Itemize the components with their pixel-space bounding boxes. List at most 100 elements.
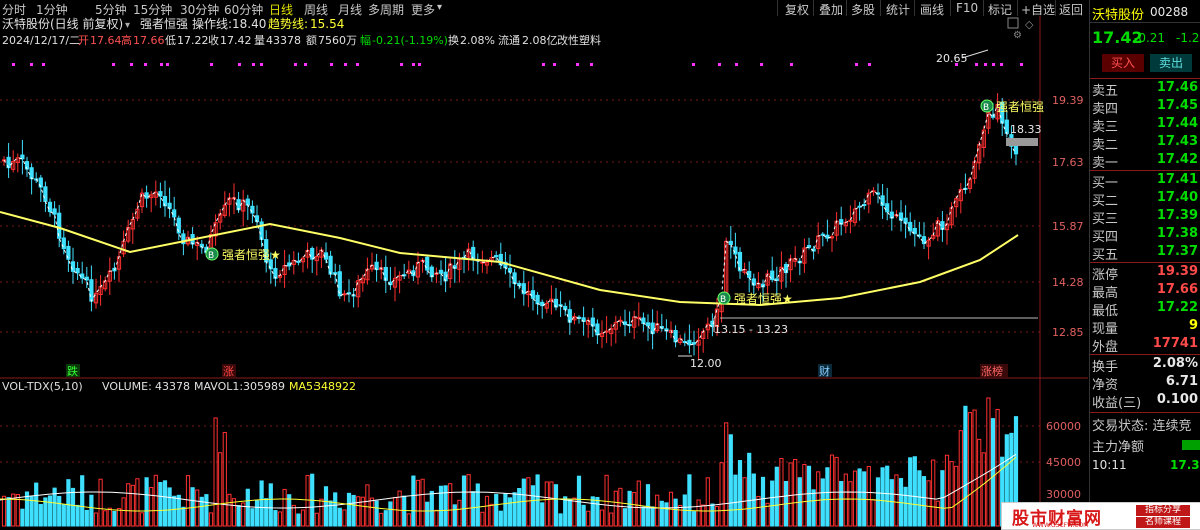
volume-bar bbox=[944, 454, 950, 527]
ask-row[interactable]: 卖一 17.42 bbox=[1092, 152, 1200, 171]
ask-row[interactable]: 卖三 17.44 bbox=[1092, 116, 1200, 135]
candle-body bbox=[733, 246, 738, 255]
volume-bar bbox=[268, 483, 273, 527]
volume-bar bbox=[388, 501, 393, 527]
volume-bar bbox=[328, 500, 333, 527]
candle-body bbox=[70, 261, 76, 272]
low-label: 低 bbox=[165, 34, 176, 47]
marker-dot bbox=[868, 63, 871, 66]
volume-bar bbox=[627, 490, 632, 527]
vol-mavol-value: 305989 bbox=[243, 380, 285, 393]
toolbar-divider bbox=[813, 0, 814, 16]
volume-bar bbox=[977, 438, 982, 527]
change-label: 幅 bbox=[360, 34, 371, 47]
volume-bar bbox=[383, 510, 388, 527]
volume-bar bbox=[935, 500, 940, 527]
volume-bar bbox=[158, 482, 163, 527]
diamond-icon[interactable]: ◇ bbox=[1025, 18, 1034, 31]
ask-row[interactable]: 卖四 17.45 bbox=[1092, 98, 1200, 117]
bid-label: 买二 bbox=[1092, 194, 1119, 209]
candle-body bbox=[89, 279, 94, 302]
volume-bar bbox=[195, 489, 200, 527]
volume-bar bbox=[802, 463, 807, 527]
volume-bar bbox=[273, 510, 278, 527]
volume-bar bbox=[107, 507, 112, 527]
volume-bar bbox=[314, 512, 319, 527]
bid-row[interactable]: 买二 17.40 bbox=[1092, 190, 1200, 209]
more-dropdown-icon[interactable]: ▾ bbox=[437, 2, 442, 13]
volume-bar bbox=[34, 482, 39, 527]
volume-bar bbox=[397, 490, 402, 527]
event-label[interactable]: 财 bbox=[819, 364, 830, 378]
window-icon[interactable] bbox=[1007, 17, 1019, 29]
volume-bar bbox=[747, 452, 752, 527]
bid-row[interactable]: 买四 17.38 bbox=[1092, 226, 1200, 245]
event-label[interactable]: 涨榜 bbox=[981, 364, 1003, 378]
volume-bar bbox=[604, 474, 609, 527]
volume-bar bbox=[420, 478, 425, 527]
marker-dots bbox=[12, 63, 1023, 66]
f10-button[interactable]: F10 bbox=[956, 1, 978, 15]
volume-bar bbox=[84, 509, 89, 527]
event-label[interactable]: 跌 bbox=[67, 364, 78, 378]
indicator-name[interactable]: 强者恒强 bbox=[140, 17, 188, 31]
bid-row[interactable]: 买一 17.41 bbox=[1092, 172, 1200, 191]
volume-bar bbox=[567, 499, 572, 527]
marker-dot bbox=[400, 63, 403, 66]
volume-bar bbox=[351, 494, 356, 527]
volume-bar bbox=[222, 432, 227, 527]
volume-bar bbox=[356, 496, 361, 527]
stat-row: 净资 6.71 bbox=[1092, 374, 1200, 393]
bid-row[interactable]: 买五 17.37 bbox=[1092, 244, 1200, 263]
volume-bar bbox=[245, 488, 250, 527]
candle-body bbox=[595, 323, 600, 336]
volume-bar bbox=[296, 513, 301, 527]
marker-dot bbox=[166, 63, 169, 66]
volume-bar bbox=[530, 485, 536, 527]
volume-bar bbox=[701, 504, 706, 527]
sector-link[interactable]: 改性塑料 bbox=[557, 33, 601, 47]
volume-bar bbox=[461, 475, 467, 527]
vol-indicator-name[interactable]: VOL-TDX(5,10) bbox=[2, 380, 83, 393]
volume-bar bbox=[526, 477, 531, 527]
toolbar-divider bbox=[1017, 0, 1018, 16]
volume-bar bbox=[93, 512, 99, 527]
volume-bar bbox=[599, 509, 605, 527]
event-label[interactable]: 涨 bbox=[223, 365, 234, 378]
bid-price: 17.37 bbox=[1156, 244, 1198, 259]
watermark-tag: 指标分享 bbox=[1136, 505, 1190, 516]
toolbar-divider bbox=[777, 0, 778, 16]
volume-bar bbox=[636, 480, 641, 527]
volume-bar bbox=[641, 506, 646, 527]
chevron-down-icon[interactable]: ▾ bbox=[125, 20, 130, 31]
kline-chart[interactable]: 沃特股份(日线 前复权) ▾ 强者恒强 操作线: 18.40 趋势线: 15.5… bbox=[0, 16, 1088, 528]
ask-row[interactable]: 卖二 17.43 bbox=[1092, 134, 1200, 153]
sell-button[interactable]: 卖出 bbox=[1150, 54, 1192, 72]
volume-bar bbox=[645, 484, 651, 527]
marker-dot bbox=[238, 63, 241, 66]
close-value: 17.42 bbox=[220, 34, 252, 47]
vol-ma5-label: MA5: bbox=[289, 380, 317, 393]
volume-bar bbox=[218, 452, 223, 527]
float-label: 流通 bbox=[498, 33, 520, 47]
ask-row[interactable]: 卖五 17.46 bbox=[1092, 80, 1200, 99]
buy-button[interactable]: 买入 bbox=[1102, 54, 1144, 72]
bid-row[interactable]: 买三 17.39 bbox=[1092, 208, 1200, 227]
volume-bar bbox=[475, 483, 480, 527]
volume-bar bbox=[737, 460, 743, 527]
volume-bar bbox=[489, 503, 494, 527]
candle-body bbox=[310, 247, 315, 260]
settings-gear-icon[interactable]: ⚙ bbox=[1013, 30, 1022, 41]
volume-bar bbox=[6, 497, 11, 527]
marker-dot bbox=[992, 63, 995, 66]
candle-body bbox=[1004, 119, 1009, 134]
price-change: -0.21 bbox=[1134, 31, 1166, 45]
volume-bar bbox=[590, 496, 595, 527]
high-value: 17.66 bbox=[133, 34, 165, 47]
price-tick: 15.87 bbox=[1052, 220, 1084, 233]
candle-body bbox=[747, 270, 752, 278]
chart-title[interactable]: 沃特股份(日线 前复权) bbox=[2, 16, 123, 31]
volume-bar bbox=[333, 492, 338, 527]
change-value: -0.21(-1.19%) bbox=[372, 34, 448, 47]
volume-bar bbox=[687, 474, 692, 527]
